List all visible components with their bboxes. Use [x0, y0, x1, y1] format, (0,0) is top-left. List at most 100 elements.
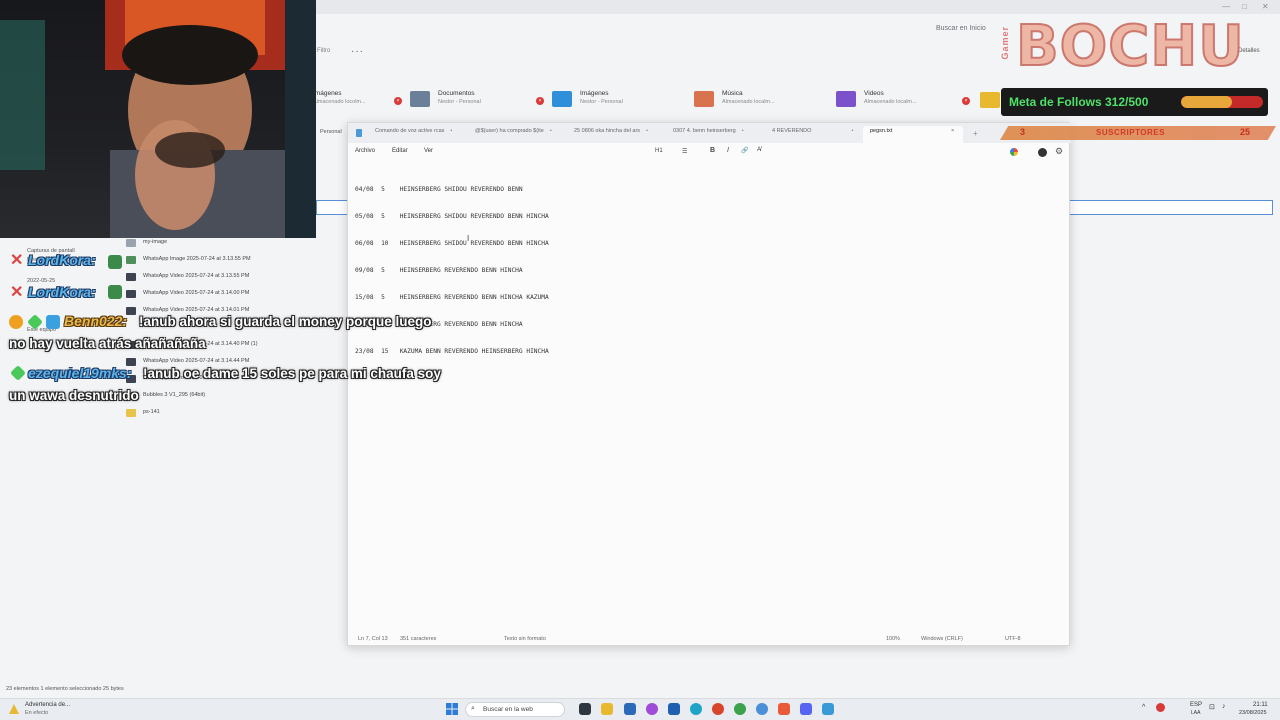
tray-chevron-icon[interactable]: ^	[1142, 704, 1145, 711]
warning-icon[interactable]	[9, 704, 19, 714]
filter-button[interactable]: Filtro	[317, 48, 330, 54]
chrome-icon[interactable]	[734, 703, 746, 715]
rewrite-icon[interactable]	[1038, 148, 1047, 157]
file-name: my-image	[143, 239, 168, 245]
obs-icon[interactable]	[712, 703, 724, 715]
settings-gear-icon[interactable]: ⚙	[1055, 146, 1063, 157]
folder-videos-icon	[836, 91, 856, 107]
network-icon[interactable]: ⊡	[1209, 703, 1215, 711]
brand-title: BOCHU	[1015, 13, 1245, 80]
prime-badge-icon	[46, 315, 60, 329]
link-icon[interactable]: 🔗	[741, 147, 748, 154]
subscribers-label: SUSCRIPTORES	[1096, 128, 1165, 137]
tab-comando-voz[interactable]: Comando de voz active rcas •	[375, 128, 452, 134]
menu-editar[interactable]: Editar	[392, 148, 408, 154]
line-ending[interactable]: Windows (CRLF)	[921, 636, 963, 642]
more-options-icon[interactable]: ···	[351, 46, 364, 57]
tab-pegsn-active[interactable]: pegsn.txt ×	[863, 126, 963, 143]
bold-button[interactable]: B	[710, 147, 715, 154]
clear-format-icon[interactable]: A̸	[757, 147, 761, 153]
tab-dirty-icon: •	[851, 128, 854, 134]
stream-chat-overlay: ✕ LordKora: ✕ LordKora: Benn022: !anub a…	[0, 248, 500, 418]
close-icon[interactable]: ✕	[1262, 2, 1269, 11]
quick-item-label: Documentos	[438, 90, 475, 97]
copilot-app-icon[interactable]	[646, 703, 658, 715]
folder-pictures-icon	[552, 91, 572, 107]
chat-emote-icon	[108, 285, 122, 299]
text-line: 05/08 5 HEINSERBERG SHIDOU REVERENDO BEN…	[355, 213, 549, 220]
tab-label: 4 REVERENDO	[772, 128, 812, 134]
notepad-taskbar-icon[interactable]	[822, 703, 834, 715]
text-format: Texto sin formato	[504, 636, 546, 642]
tab-dirty-icon: •	[741, 128, 744, 134]
minimize-icon[interactable]: —	[1222, 2, 1230, 11]
folder-music-icon	[694, 91, 714, 107]
heading-dropdown[interactable]: H1	[655, 148, 663, 154]
tab-label: pegsn.txt	[870, 128, 893, 134]
maximize-icon[interactable]: □	[1242, 2, 1247, 11]
quick-item-sub: Almacenado localm...	[864, 99, 917, 105]
zoom-level[interactable]: 100%	[886, 636, 900, 642]
encoding[interactable]: UTF-8	[1005, 636, 1021, 642]
subscribers-left-count: 3	[1020, 127, 1026, 137]
discord-icon[interactable]	[800, 703, 812, 715]
file-explorer-icon[interactable]	[601, 703, 613, 715]
task-view-icon[interactable]	[579, 703, 591, 715]
clock-time[interactable]: 21:11	[1253, 702, 1268, 708]
character-count: 351 caracteres	[400, 636, 437, 642]
tab-reverendo[interactable]: 4 REVERENDO •	[772, 128, 853, 134]
quick-item-sub: Nestor - Personal	[580, 99, 623, 105]
tab-dirty-icon: •	[450, 128, 453, 134]
app-icon[interactable]	[778, 703, 790, 715]
tray-app-icon[interactable]	[1156, 703, 1165, 712]
tab-label: 25 0806 oka hincha del ars	[574, 128, 641, 134]
keyboard-layout: LAA	[1191, 710, 1201, 716]
menu-archivo[interactable]: Archivo	[355, 148, 375, 154]
tab-dirty-icon: •	[646, 128, 648, 134]
edge-icon[interactable]	[690, 703, 702, 715]
chat-badge-icon: ✕	[10, 252, 24, 269]
tab-label: 0307 4. benn heinserberg	[673, 128, 736, 134]
weather-alert-title[interactable]: Advertencia de...	[25, 702, 70, 708]
weather-alert-sub: En efecto	[25, 710, 49, 716]
quick-item-sub: Nestor - Personal	[438, 99, 481, 105]
text-line: 06/08 10 HEINSERBERG SHIDOU REVERENDO BE…	[355, 240, 549, 247]
text-cursor-icon: I	[467, 234, 470, 243]
taskbar-search-input[interactable]: ⌕ Buscar en la web	[465, 702, 565, 717]
copilot-icon[interactable]	[1010, 148, 1018, 156]
tab-user-comprado[interactable]: @$(user) ha comprado $(ite •	[475, 128, 552, 134]
remove-icon[interactable]: ×	[394, 97, 402, 105]
keyboard-language[interactable]: ESP	[1190, 702, 1202, 708]
explorer-status-bar: 23 elementos 1 elemento seleccionado 25 …	[6, 686, 124, 692]
tab-hincha[interactable]: 25 0806 oka hincha del ars •	[574, 128, 648, 134]
menu-ver[interactable]: Ver	[424, 148, 433, 154]
streamer-video-image	[0, 0, 316, 238]
notepad-tab-strip: Comando de voz active rcas • @$(user) ha …	[348, 123, 1071, 143]
notepad-app-icon	[356, 129, 362, 137]
remove-icon[interactable]: ×	[536, 97, 544, 105]
quick-item-label: Videos	[864, 90, 884, 97]
chat-username: Benn022:	[64, 313, 128, 329]
chrome-profile-icon[interactable]	[756, 703, 768, 715]
folder-icon[interactable]	[980, 92, 1000, 108]
volume-icon[interactable]: ♪	[1222, 703, 1226, 710]
quick-item-label: Imágenes	[580, 90, 609, 97]
windows-taskbar: Advertencia de... En efecto ⌕ Buscar en …	[0, 698, 1280, 720]
list-icon[interactable]: ☰	[682, 148, 687, 155]
tab-label: @$(user) ha comprado $(ite	[475, 128, 544, 134]
remove-icon[interactable]: ×	[962, 97, 970, 105]
new-tab-icon[interactable]: +	[973, 129, 978, 138]
chat-emote-icon	[108, 255, 122, 269]
chat-username: LordKora:	[28, 252, 96, 268]
outlook-icon[interactable]	[668, 703, 680, 715]
taskbar-search-placeholder: Buscar en la web	[483, 706, 533, 713]
windows-start-icon[interactable]	[446, 703, 458, 715]
italic-button[interactable]: I	[727, 147, 729, 154]
tab-close-icon[interactable]: ×	[951, 128, 954, 134]
store-icon[interactable]	[624, 703, 636, 715]
tab-benn[interactable]: 0307 4. benn heinserberg •	[673, 128, 744, 134]
clock-date[interactable]: 23/08/2025	[1239, 710, 1267, 716]
notepad-menubar: Archivo Editar Ver H1 ☰ B I 🔗 A̸ ⚙	[348, 143, 1071, 159]
nav-item-personal[interactable]: Personal	[320, 129, 342, 135]
brand-logo: Gamer BOCHU	[996, 13, 1276, 84]
